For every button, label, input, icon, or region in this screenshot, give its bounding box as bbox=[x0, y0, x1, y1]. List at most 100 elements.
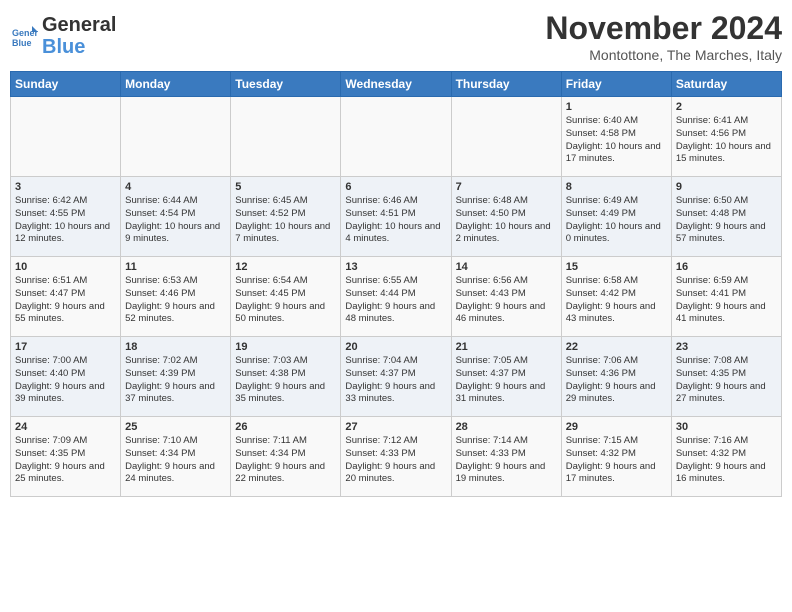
calendar-cell bbox=[121, 97, 231, 177]
day-info: Sunrise: 6:59 AMSunset: 4:41 PMDaylight:… bbox=[676, 275, 777, 326]
day-info: Sunrise: 7:10 AMSunset: 4:34 PMDaylight:… bbox=[125, 435, 226, 486]
logo-icon: General Blue bbox=[10, 22, 38, 50]
calendar-cell: 19 Sunrise: 7:03 AMSunset: 4:38 PMDayligh… bbox=[231, 337, 341, 417]
day-number: 17 bbox=[15, 341, 116, 353]
day-number: 9 bbox=[676, 181, 777, 193]
day-info: Sunrise: 7:05 AMSunset: 4:37 PMDaylight:… bbox=[456, 355, 557, 406]
day-number: 30 bbox=[676, 421, 777, 433]
day-info: Sunrise: 6:49 AMSunset: 4:49 PMDaylight:… bbox=[566, 195, 667, 246]
calendar-cell: 1 Sunrise: 6:40 AMSunset: 4:58 PMDaylight… bbox=[561, 97, 671, 177]
calendar-cell: 5Sunrise: 6:45 AMSunset: 4:52 PMDaylight… bbox=[231, 177, 341, 257]
day-info: Sunrise: 7:12 AMSunset: 4:33 PMDaylight:… bbox=[345, 435, 446, 486]
calendar-cell: 9 Sunrise: 6:50 AMSunset: 4:48 PMDaylight… bbox=[671, 177, 781, 257]
day-info: Sunrise: 7:06 AMSunset: 4:36 PMDaylight:… bbox=[566, 355, 667, 406]
day-info: Sunrise: 7:00 AMSunset: 4:40 PMDaylight:… bbox=[15, 355, 116, 406]
week-row-1: 1 Sunrise: 6:40 AMSunset: 4:58 PMDaylight… bbox=[11, 97, 782, 177]
day-number: 12 bbox=[235, 261, 336, 273]
calendar-cell: 26 Sunrise: 7:11 AMSunset: 4:34 PMDayligh… bbox=[231, 417, 341, 497]
day-number: 27 bbox=[345, 421, 446, 433]
subtitle: Montottone, The Marches, Italy bbox=[545, 47, 782, 63]
calendar-cell: 29 Sunrise: 7:15 AMSunset: 4:32 PMDayligh… bbox=[561, 417, 671, 497]
header-row: SundayMondayTuesdayWednesdayThursdayFrid… bbox=[11, 72, 782, 97]
day-header-saturday: Saturday bbox=[671, 72, 781, 97]
header: General Blue GeneralBlue November 2024 M… bbox=[10, 10, 782, 63]
logo: General Blue GeneralBlue bbox=[10, 14, 116, 58]
day-number: 22 bbox=[566, 341, 667, 353]
day-number: 13 bbox=[345, 261, 446, 273]
calendar-cell: 17 Sunrise: 7:00 AMSunset: 4:40 PMDayligh… bbox=[11, 337, 121, 417]
calendar-table: SundayMondayTuesdayWednesdayThursdayFrid… bbox=[10, 71, 782, 497]
day-number: 11 bbox=[125, 261, 226, 273]
calendar-cell: 10 Sunrise: 6:51 AMSunset: 4:47 PMDayligh… bbox=[11, 257, 121, 337]
day-info: Sunrise: 6:54 AMSunset: 4:45 PMDaylight:… bbox=[235, 275, 336, 326]
calendar-cell bbox=[451, 97, 561, 177]
day-info: Sunrise: 7:09 AMSunset: 4:35 PMDaylight:… bbox=[15, 435, 116, 486]
calendar-cell: 8 Sunrise: 6:49 AMSunset: 4:49 PMDaylight… bbox=[561, 177, 671, 257]
day-header-wednesday: Wednesday bbox=[341, 72, 451, 97]
day-number: 6 bbox=[345, 181, 446, 193]
calendar-cell: 13 Sunrise: 6:55 AMSunset: 4:44 PMDayligh… bbox=[341, 257, 451, 337]
day-number: 15 bbox=[566, 261, 667, 273]
day-info: Sunrise: 7:08 AMSunset: 4:35 PMDaylight:… bbox=[676, 355, 777, 406]
calendar-cell: 25 Sunrise: 7:10 AMSunset: 4:34 PMDayligh… bbox=[121, 417, 231, 497]
calendar-cell: 23 Sunrise: 7:08 AMSunset: 4:35 PMDayligh… bbox=[671, 337, 781, 417]
day-header-monday: Monday bbox=[121, 72, 231, 97]
calendar-cell bbox=[11, 97, 121, 177]
calendar-cell: 3 Sunrise: 6:42 AMSunset: 4:55 PMDaylight… bbox=[11, 177, 121, 257]
day-header-tuesday: Tuesday bbox=[231, 72, 341, 97]
week-row-3: 10 Sunrise: 6:51 AMSunset: 4:47 PMDayligh… bbox=[11, 257, 782, 337]
day-info: Sunrise: 6:55 AMSunset: 4:44 PMDaylight:… bbox=[345, 275, 446, 326]
day-info: Sunrise: 6:51 AMSunset: 4:47 PMDaylight:… bbox=[15, 275, 116, 326]
day-number: 14 bbox=[456, 261, 557, 273]
logo-text: GeneralBlue bbox=[42, 14, 116, 58]
day-number: 19 bbox=[235, 341, 336, 353]
day-info: Sunrise: 6:44 AMSunset: 4:54 PMDaylight:… bbox=[125, 195, 226, 246]
day-number: 29 bbox=[566, 421, 667, 433]
day-number: 23 bbox=[676, 341, 777, 353]
calendar-cell: 28Sunrise: 7:14 AMSunset: 4:33 PMDayligh… bbox=[451, 417, 561, 497]
day-info: Sunrise: 6:42 AMSunset: 4:55 PMDaylight:… bbox=[15, 195, 116, 246]
day-number: 16 bbox=[676, 261, 777, 273]
calendar-cell: 27 Sunrise: 7:12 AMSunset: 4:33 PMDayligh… bbox=[341, 417, 451, 497]
calendar-cell: 4 Sunrise: 6:44 AMSunset: 4:54 PMDaylight… bbox=[121, 177, 231, 257]
day-number: 4 bbox=[125, 181, 226, 193]
day-info: Sunrise: 7:16 AMSunset: 4:32 PMDaylight:… bbox=[676, 435, 777, 486]
day-header-thursday: Thursday bbox=[451, 72, 561, 97]
day-number: 8 bbox=[566, 181, 667, 193]
day-info: Sunrise: 6:41 AMSunset: 4:56 PMDaylight:… bbox=[676, 115, 777, 166]
calendar-cell: 18Sunrise: 7:02 AMSunset: 4:39 PMDayligh… bbox=[121, 337, 231, 417]
logo-blue: Blue bbox=[42, 36, 85, 58]
day-number: 21 bbox=[456, 341, 557, 353]
calendar-cell: 30 Sunrise: 7:16 AMSunset: 4:32 PMDayligh… bbox=[671, 417, 781, 497]
day-number: 3 bbox=[15, 181, 116, 193]
calendar-cell: 6Sunrise: 6:46 AMSunset: 4:51 PMDaylight… bbox=[341, 177, 451, 257]
title-block: November 2024 Montottone, The Marches, I… bbox=[545, 10, 782, 63]
month-title: November 2024 bbox=[545, 10, 782, 47]
day-number: 28 bbox=[456, 421, 557, 433]
day-number: 7 bbox=[456, 181, 557, 193]
day-info: Sunrise: 6:45 AMSunset: 4:52 PMDaylight:… bbox=[235, 195, 336, 246]
calendar-cell: 15 Sunrise: 6:58 AMSunset: 4:42 PMDayligh… bbox=[561, 257, 671, 337]
week-row-2: 3 Sunrise: 6:42 AMSunset: 4:55 PMDaylight… bbox=[11, 177, 782, 257]
calendar-cell: 22 Sunrise: 7:06 AMSunset: 4:36 PMDayligh… bbox=[561, 337, 671, 417]
day-number: 2 bbox=[676, 101, 777, 113]
day-info: Sunrise: 7:03 AMSunset: 4:38 PMDaylight:… bbox=[235, 355, 336, 406]
day-info: Sunrise: 7:15 AMSunset: 4:32 PMDaylight:… bbox=[566, 435, 667, 486]
svg-text:Blue: Blue bbox=[12, 38, 32, 48]
day-info: Sunrise: 6:40 AMSunset: 4:58 PMDaylight:… bbox=[566, 115, 667, 166]
day-info: Sunrise: 6:58 AMSunset: 4:42 PMDaylight:… bbox=[566, 275, 667, 326]
week-row-4: 17 Sunrise: 7:00 AMSunset: 4:40 PMDayligh… bbox=[11, 337, 782, 417]
day-info: Sunrise: 6:50 AMSunset: 4:48 PMDaylight:… bbox=[676, 195, 777, 246]
day-info: Sunrise: 6:48 AMSunset: 4:50 PMDaylight:… bbox=[456, 195, 557, 246]
day-number: 24 bbox=[15, 421, 116, 433]
day-number: 1 bbox=[566, 101, 667, 113]
day-header-sunday: Sunday bbox=[11, 72, 121, 97]
day-number: 26 bbox=[235, 421, 336, 433]
week-row-5: 24 Sunrise: 7:09 AMSunset: 4:35 PMDayligh… bbox=[11, 417, 782, 497]
day-number: 18 bbox=[125, 341, 226, 353]
calendar-cell: 2 Sunrise: 6:41 AMSunset: 4:56 PMDaylight… bbox=[671, 97, 781, 177]
day-number: 10 bbox=[15, 261, 116, 273]
day-number: 20 bbox=[345, 341, 446, 353]
day-info: Sunrise: 7:11 AMSunset: 4:34 PMDaylight:… bbox=[235, 435, 336, 486]
day-number: 25 bbox=[125, 421, 226, 433]
